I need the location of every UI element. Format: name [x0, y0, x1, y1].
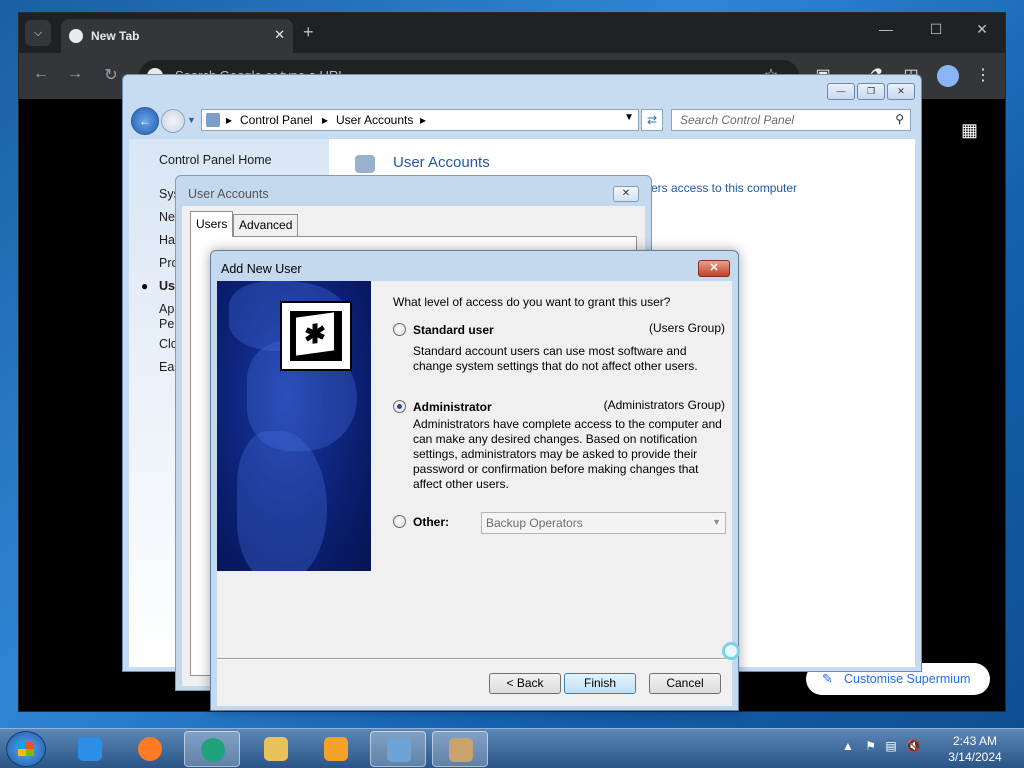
control-panel-icon — [387, 738, 411, 762]
start-button[interactable] — [6, 731, 46, 767]
browser-tab[interactable]: New Tab ✕ — [61, 19, 293, 53]
breadcrumb-control-panel[interactable]: Control Panel — [240, 113, 313, 127]
taskbar-supermium[interactable] — [184, 731, 240, 767]
control-panel-icon — [206, 113, 220, 127]
window-close-button[interactable]: ✕ — [967, 21, 997, 38]
forward-icon[interactable]: → — [63, 65, 87, 83]
show-hidden-icons-icon[interactable]: ▲ — [842, 739, 854, 753]
navigation-bar: ← ▼ ▸ Control Panel ▸ User Accounts ▸ ▼ … — [131, 107, 915, 135]
page-title[interactable]: User Accounts — [393, 154, 490, 171]
menu-icon[interactable]: ⋮ — [971, 65, 995, 85]
tab-close-icon[interactable]: ✕ — [274, 27, 285, 43]
firefox-icon — [138, 737, 162, 761]
user-accounts-icon — [355, 155, 375, 173]
taskbar-user-accounts[interactable] — [432, 731, 488, 767]
taskbar-firefox[interactable] — [122, 731, 178, 767]
minimize-button[interactable]: — — [871, 21, 901, 37]
clock-time: 2:43 AM — [952, 734, 998, 748]
button-separator — [217, 658, 732, 660]
address-dropdown-icon[interactable]: ▼ — [624, 112, 634, 123]
other-radio[interactable] — [393, 515, 406, 528]
breadcrumb[interactable]: ▸ Control Panel ▸ User Accounts ▸ ▼ — [201, 109, 639, 131]
other-group-value: Backup Operators — [486, 516, 583, 530]
add-new-user-dialog: Add New User ✕ ✱ What level of access do… — [210, 250, 739, 711]
profile-avatar[interactable] — [937, 65, 959, 87]
back-icon[interactable]: ← — [29, 65, 53, 83]
search-icon[interactable]: ⚲ — [895, 112, 904, 126]
wizard-key-icon: ✱ — [280, 301, 352, 371]
system-tray: ▲ ⚑ ▤ 🔇 — [842, 739, 921, 753]
folder-icon — [264, 737, 288, 761]
give-access-link[interactable]: ers access to this computer — [651, 181, 797, 195]
control-panel-home-link[interactable]: Control Panel Home — [159, 153, 272, 167]
standard-user-radio[interactable] — [393, 323, 406, 336]
administrator-description: Administrators have complete access to t… — [413, 417, 722, 491]
new-tab-button[interactable]: + — [303, 22, 314, 43]
other-label[interactable]: Other: — [413, 515, 449, 529]
apps-grid-icon[interactable]: ▦ — [961, 120, 978, 141]
add-new-user-title: Add New User — [221, 262, 302, 276]
administrator-label[interactable]: Administrator — [413, 400, 492, 414]
control-panel-caption-buttons: — ❐ ✕ — [825, 83, 915, 100]
administrator-radio[interactable] — [393, 400, 406, 413]
internet-explorer-icon — [78, 737, 102, 761]
cancel-button[interactable]: Cancel — [649, 673, 721, 694]
back-button[interactable]: < Back — [489, 673, 561, 694]
standard-user-description: Standard account users can use most soft… — [413, 344, 698, 373]
taskbar-media-player[interactable] — [308, 731, 364, 767]
network-icon[interactable]: ▤ — [885, 739, 896, 753]
standard-user-label[interactable]: Standard user — [413, 323, 494, 337]
volume-muted-icon[interactable]: 🔇 — [906, 739, 921, 753]
tab-advanced[interactable]: Advanced — [233, 214, 299, 236]
action-center-flag-icon[interactable]: ⚑ — [865, 739, 876, 753]
maximize-button[interactable]: ☐ — [921, 21, 951, 38]
administrators-group-label: (Administrators Group) — [603, 398, 725, 412]
user-accounts-close-button[interactable]: ✕ — [613, 186, 639, 202]
chevron-down-icon: ▼ — [712, 517, 721, 527]
user-accounts-icon — [449, 738, 473, 762]
breadcrumb-user-accounts[interactable]: User Accounts — [336, 113, 413, 127]
clock-date: 3/14/2024 — [948, 750, 1002, 764]
taskbar-control-panel[interactable] — [370, 731, 426, 767]
taskbar-internet-explorer[interactable] — [62, 731, 118, 767]
tab-favicon-icon — [69, 29, 83, 43]
recent-pages-icon[interactable]: ▼ — [187, 115, 196, 125]
media-player-icon — [324, 737, 348, 761]
finish-button[interactable]: Finish — [564, 673, 636, 694]
cp-restore-button[interactable]: ❐ — [857, 83, 885, 100]
wizard-banner: ✱ — [217, 281, 371, 571]
back-button[interactable]: ← — [131, 107, 159, 135]
nav-item-hardware[interactable]: Ha — [159, 233, 175, 247]
nav-item-network[interactable]: Ne — [159, 210, 175, 224]
taskbar: ▲ ⚑ ▤ 🔇 2:43 AM 3/14/2024 — [0, 728, 1024, 768]
windows-logo-icon — [18, 742, 34, 756]
forward-button[interactable] — [161, 109, 185, 133]
clock[interactable]: 2:43 AM 3/14/2024 — [940, 733, 1010, 765]
busy-cursor-icon — [722, 642, 740, 660]
tab-title: New Tab — [91, 29, 140, 43]
other-group-select[interactable]: Backup Operators ▼ — [481, 512, 726, 534]
tab-users[interactable]: Users — [190, 211, 234, 237]
refresh-button[interactable]: ⇄ — [641, 109, 663, 131]
supermium-icon — [201, 738, 225, 762]
current-bullet: ● — [141, 279, 149, 293]
add-new-user-close-button[interactable]: ✕ — [698, 260, 730, 277]
cp-close-button[interactable]: ✕ — [887, 83, 915, 100]
search-input[interactable]: Search Control Panel ⚲ — [671, 109, 911, 131]
access-question: What level of access do you want to gran… — [393, 295, 671, 309]
tab-bar: ⌵ New Tab ✕ + — ☐ ✕ — [19, 13, 1005, 53]
tab-search-button[interactable]: ⌵ — [25, 20, 51, 46]
add-new-user-client: ✱ What level of access do you want to gr… — [217, 281, 732, 706]
search-placeholder: Search Control Panel — [680, 113, 795, 127]
nav-item-appearance[interactable]: Ap — [159, 302, 174, 316]
users-group-label: (Users Group) — [648, 321, 725, 335]
taskbar-file-explorer[interactable] — [248, 731, 304, 767]
reload-icon[interactable]: ↻ — [99, 65, 123, 85]
user-accounts-title: User Accounts — [188, 187, 269, 201]
cp-minimize-button[interactable]: — — [827, 83, 855, 100]
customise-label: Customise Supermium — [844, 672, 971, 686]
